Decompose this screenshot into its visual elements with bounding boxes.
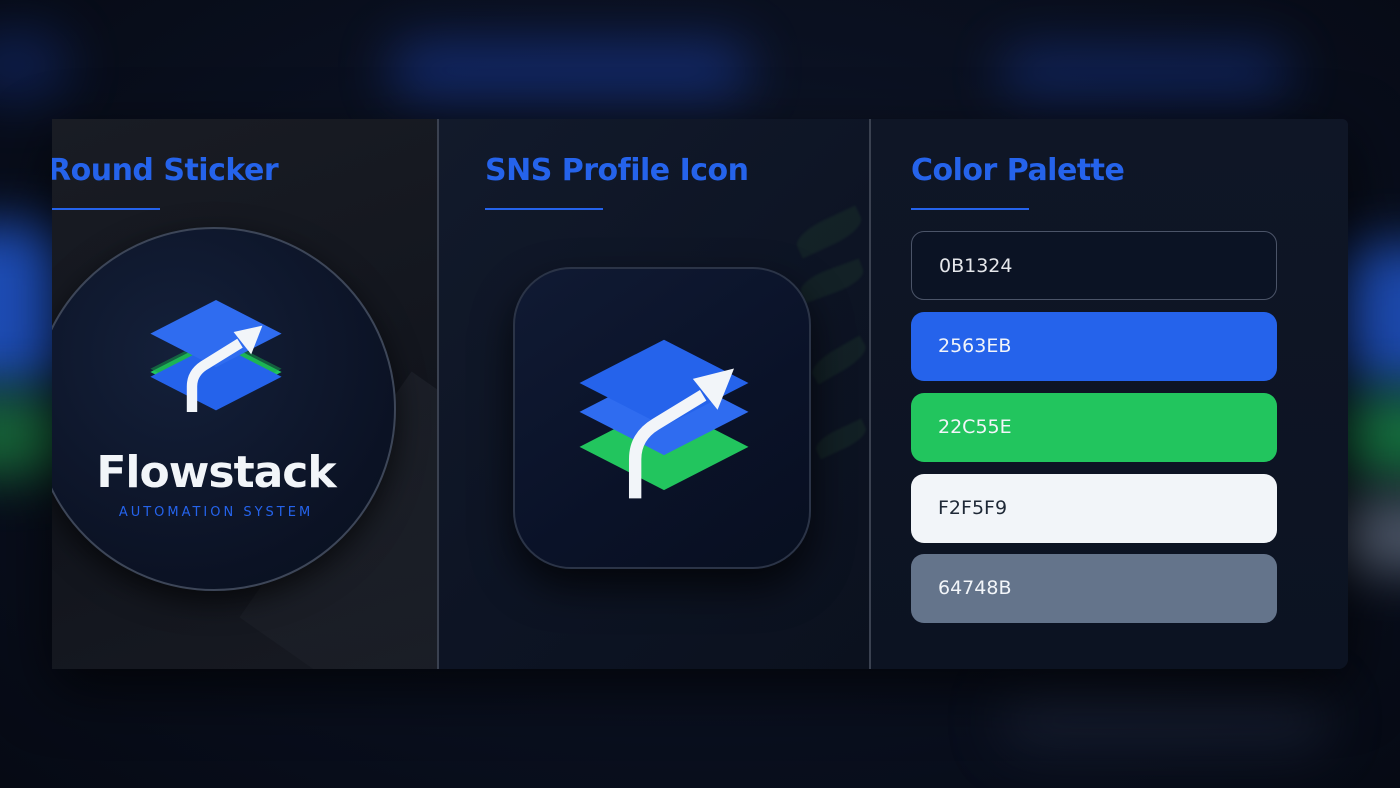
stacked-layers-arrow-icon [579, 339, 749, 499]
title-underline [52, 208, 160, 210]
title-underline [911, 208, 1029, 210]
color-swatch: 0B1324 [911, 231, 1277, 300]
plant-leaf-decoration [812, 418, 869, 460]
color-swatch: F2F5F9 [911, 474, 1277, 543]
round-sticker-panel: Round Sticker Flowstack AUTOMATION SYSTE… [52, 119, 437, 669]
swatch-hex-label: 22C55E [938, 416, 1012, 438]
brand-showcase-card: Round Sticker Flowstack AUTOMATION SYSTE… [52, 119, 1348, 669]
brand-name: Flowstack [96, 447, 336, 498]
swatch-hex-label: 64748B [938, 577, 1012, 599]
sns-profile-icon-panel: SNS Profile Icon [439, 119, 869, 669]
stacked-layers-arrow-icon [150, 300, 282, 412]
sns-profile-icon-title: SNS Profile Icon [485, 153, 749, 188]
title-underline [485, 208, 603, 210]
swatch-hex-label: 2563EB [938, 335, 1012, 357]
plant-leaf-decoration [796, 258, 868, 304]
bg-blur-blue-top [390, 42, 750, 98]
plant-leaf-decoration [807, 335, 869, 385]
swatch-hex-label: F2F5F9 [938, 497, 1008, 519]
color-swatch: 22C55E [911, 393, 1277, 462]
plant-leaf-decoration [791, 205, 867, 259]
color-swatch: 2563EB [911, 312, 1277, 381]
swatch-hex-label: 0B1324 [939, 255, 1013, 277]
color-palette-title: Color Palette [911, 153, 1125, 188]
round-sticker-title: Round Sticker [52, 153, 279, 188]
color-swatch: 64748B [911, 554, 1277, 623]
color-palette-panel: Color Palette 0B1324 2563EB 22C55E F2F5F… [871, 119, 1348, 669]
brand-tagline: AUTOMATION SYSTEM [118, 505, 314, 520]
bg-blur-dark-bottom [1000, 690, 1330, 750]
bg-blur-blue-corner [0, 30, 70, 100]
bg-blur-blue-top-right [1000, 48, 1290, 96]
app-icon-tile [513, 267, 811, 569]
